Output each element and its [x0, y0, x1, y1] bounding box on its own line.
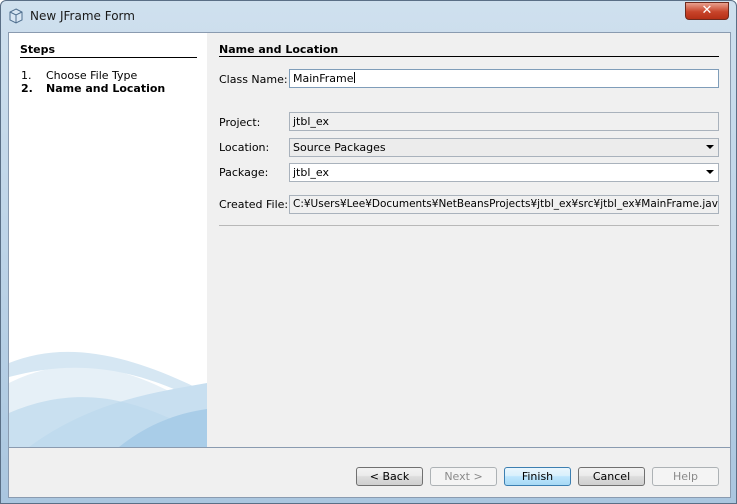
class-name-input[interactable]: MainFrame — [289, 69, 719, 88]
dialog-window: New JFrame Form ✕ Steps 1. Choose File Ty… — [0, 0, 737, 504]
class-name-value: MainFrame — [293, 72, 354, 85]
steps-divider — [20, 57, 197, 58]
project-label: Project: — [219, 116, 261, 129]
step-number: 2. — [21, 82, 33, 95]
chevron-down-icon[interactable] — [706, 170, 714, 174]
step-label: Name and Location — [46, 82, 166, 95]
text-caret — [353, 72, 355, 83]
title-bar[interactable]: New JFrame Form ✕ — [1, 1, 736, 31]
chevron-down-icon[interactable] — [706, 145, 714, 149]
wizard-content: Steps 1. Choose File Type 2. Name and Loca… — [8, 32, 731, 448]
section-divider — [219, 56, 719, 57]
next-button[interactable]: Next > — [430, 467, 497, 486]
created-file-value: C:¥Users¥Lee¥Documents¥NetBeansProjects¥… — [293, 198, 719, 210]
decorative-swoosh-graphic — [9, 351, 207, 447]
step-item-name-and-location: 2. Name and Location — [21, 82, 165, 95]
package-combobox[interactable]: jtbl_ex — [289, 163, 719, 182]
project-field: jtbl_ex — [289, 112, 719, 131]
class-name-label: Class Name: — [219, 73, 288, 86]
step-number: 1. — [21, 69, 32, 82]
steps-panel: Steps 1. Choose File Type 2. Name and Loca… — [9, 33, 207, 447]
package-value: jtbl_ex — [293, 166, 329, 179]
finish-button[interactable]: Finish — [504, 467, 571, 486]
netbeans-cube-icon — [9, 8, 23, 24]
close-icon: ✕ — [701, 3, 713, 18]
created-file-label: Created File: — [219, 198, 289, 211]
location-dropdown[interactable]: Source Packages — [289, 138, 719, 157]
step-label: Choose File Type — [46, 69, 138, 82]
created-file-field: C:¥Users¥Lee¥Documents¥NetBeansProjects¥… — [289, 195, 719, 214]
steps-heading: Steps — [20, 43, 56, 56]
location-label: Location: — [219, 141, 270, 154]
name-location-panel: Name and Location Class Name: MainFrame … — [207, 33, 730, 447]
help-button[interactable]: Help — [652, 467, 719, 486]
step-item-choose-file-type: 1. Choose File Type — [21, 69, 137, 82]
cancel-button[interactable]: Cancel — [578, 467, 645, 486]
project-value: jtbl_ex — [293, 115, 329, 128]
button-bar: < Back Next > Finish Cancel Help — [8, 448, 731, 498]
close-button[interactable]: ✕ — [685, 2, 729, 20]
location-value: Source Packages — [293, 141, 386, 154]
window-title: New JFrame Form — [30, 9, 135, 23]
back-button[interactable]: < Back — [356, 467, 423, 486]
form-divider — [219, 225, 719, 226]
package-label: Package: — [219, 166, 269, 179]
section-heading: Name and Location — [219, 43, 339, 56]
